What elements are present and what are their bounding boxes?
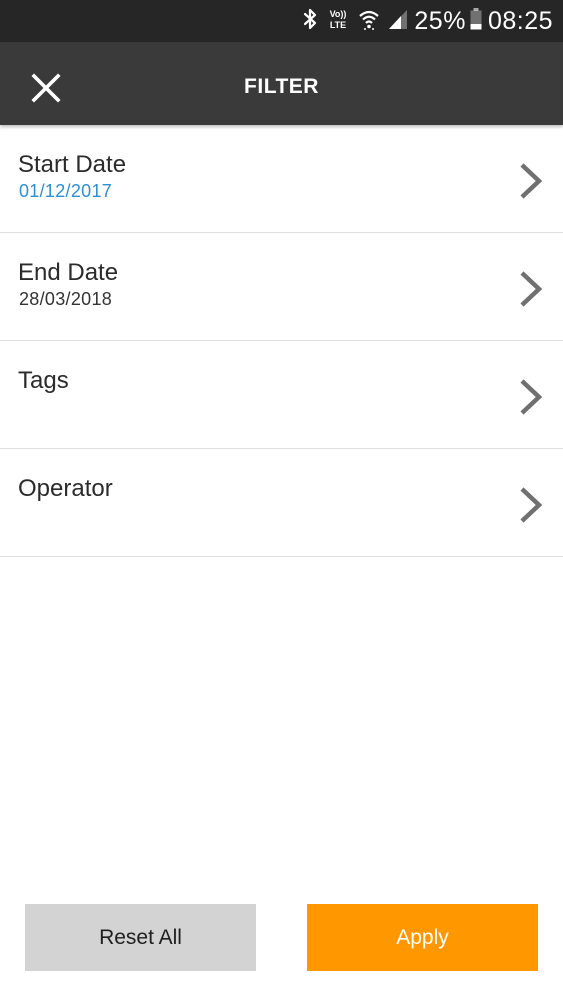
chevron-right-icon — [520, 271, 543, 307]
filter-row-end-date[interactable]: End Date 28/03/2018 — [0, 233, 563, 341]
app-bar: FILTER — [0, 42, 563, 125]
clock: 08:25 — [487, 6, 553, 35]
filter-row-operator[interactable]: Operator — [0, 449, 563, 557]
reset-all-button[interactable]: Reset All — [25, 904, 256, 971]
battery-icon — [470, 7, 482, 36]
chevron-right-icon — [520, 487, 543, 523]
svg-text:LTE: LTE — [330, 20, 346, 30]
filter-value: 01/12/2017 — [19, 181, 113, 201]
chevron-right-icon — [520, 163, 543, 199]
filter-list: Start Date 01/12/2017 End Date 28/03/201… — [0, 125, 563, 557]
filter-row-start-date[interactable]: Start Date 01/12/2017 — [0, 125, 563, 233]
volte-icon: Vo)) LTE — [326, 7, 350, 36]
page-title: FILTER — [244, 75, 319, 98]
svg-text:Vo)): Vo)) — [330, 9, 347, 19]
filter-label: Start Date — [18, 151, 127, 178]
wifi-icon — [358, 7, 380, 36]
filter-label: End Date — [18, 259, 119, 286]
battery-percent: 25% — [414, 6, 466, 35]
filter-label: Operator — [18, 475, 113, 502]
status-bar: Vo)) LTE 25% 08:25 — [0, 0, 563, 42]
filter-screen: Vo)) LTE 25% 08:25 FILTER Start Date 01/… — [0, 0, 563, 1000]
filter-row-tags[interactable]: Tags — [0, 341, 563, 449]
filter-value: 28/03/2018 — [19, 289, 113, 309]
filter-label: Tags — [18, 367, 69, 394]
bluetooth-icon — [302, 7, 318, 36]
apply-button[interactable]: Apply — [307, 904, 538, 971]
chevron-right-icon — [520, 379, 543, 415]
status-icons: Vo)) LTE 25% 08:25 — [294, 0, 553, 42]
signal-icon — [388, 7, 408, 36]
